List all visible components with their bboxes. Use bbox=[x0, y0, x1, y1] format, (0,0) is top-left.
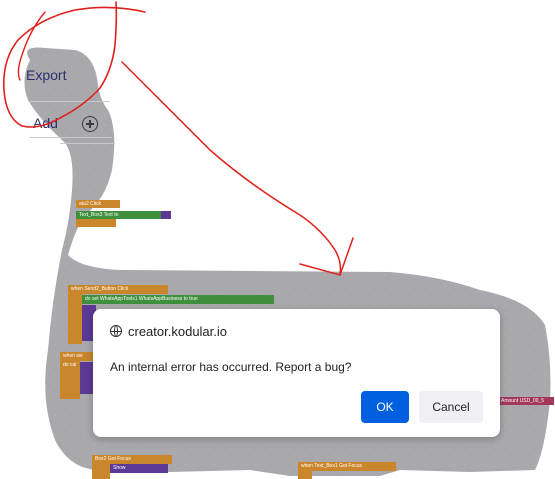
block-fragment[interactable]: Show bbox=[110, 464, 168, 473]
dialog-message: An internal error has occurred. Report a… bbox=[110, 360, 352, 374]
block-fragment[interactable]: when Text_Box1 Got Focus bbox=[298, 462, 396, 471]
block-fragment[interactable]: Text_Box3 Text to bbox=[76, 211, 166, 219]
block-fragment[interactable]: do cal bbox=[60, 361, 80, 399]
block-fragment[interactable]: Amount USD_00_5 bbox=[498, 397, 554, 405]
toolbar-divider bbox=[30, 101, 110, 102]
add-label[interactable]: Add bbox=[33, 115, 58, 131]
block-fragment[interactable]: ata2 Click bbox=[76, 200, 120, 208]
dialog-origin: creator.kodular.io bbox=[128, 324, 228, 339]
globe-icon bbox=[110, 325, 122, 337]
block-fragment bbox=[68, 294, 82, 344]
block-fragment[interactable]: do set WhatsAppTools1 WhatsAppBusiness t… bbox=[82, 295, 274, 304]
block-fragment[interactable]: Box2 Got Focus bbox=[92, 455, 172, 464]
block-fragment bbox=[92, 464, 110, 479]
ok-button[interactable]: OK bbox=[361, 391, 409, 423]
cancel-button[interactable]: Cancel bbox=[419, 391, 483, 423]
toolbar-divider-2 bbox=[30, 137, 112, 138]
block-fragment bbox=[161, 211, 171, 219]
block-fragment bbox=[76, 219, 116, 227]
error-dialog: creator.kodular.io An internal error has… bbox=[93, 309, 500, 437]
block-fragment bbox=[80, 362, 94, 394]
block-fragment[interactable]: when Send2_Button Click bbox=[68, 285, 168, 294]
toolbar-divider-3 bbox=[60, 143, 115, 144]
plus-circle-icon[interactable] bbox=[82, 116, 98, 132]
block-fragment bbox=[298, 471, 312, 479]
export-button[interactable]: Export bbox=[26, 67, 66, 83]
